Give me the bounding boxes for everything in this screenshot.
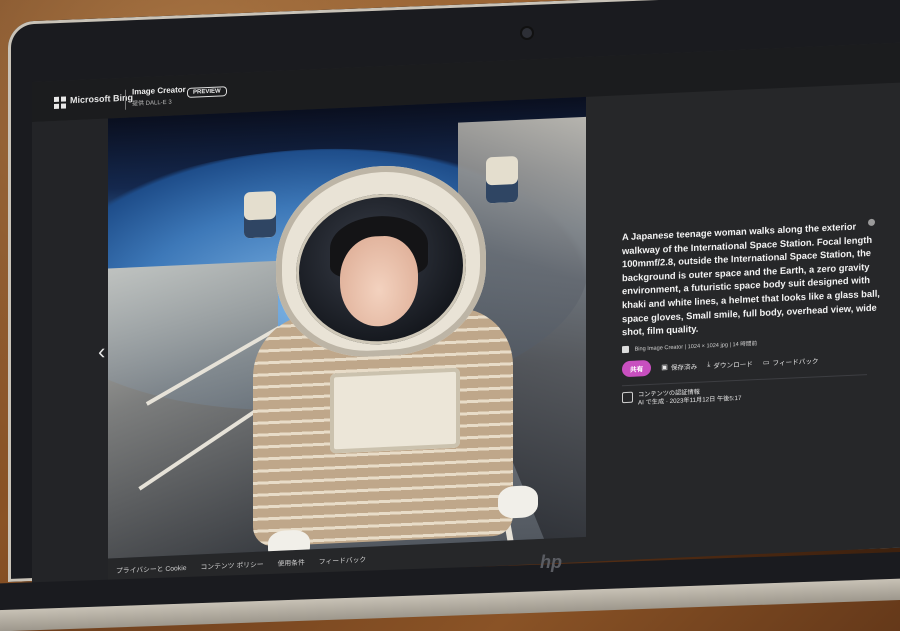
meta-size: 1024 × 1024 jpg: [688, 342, 728, 350]
bing-icon: [622, 346, 629, 353]
webcam: [522, 28, 532, 38]
save-label: 保存済み: [671, 361, 697, 372]
action-bar: 共有 ▣ 保存済み ⤓ ダウンロード ▭ フィードバック: [622, 349, 890, 377]
helmet-lamp-left: [244, 191, 276, 238]
chest-control-pack: [330, 368, 460, 454]
footer-link-terms[interactable]: 使用条件: [278, 557, 305, 568]
credentials-icon: [622, 391, 633, 402]
download-button[interactable]: ⤓ ダウンロード: [707, 358, 753, 370]
meta-time: 14 時間前: [733, 341, 758, 348]
footer-link-content-policy[interactable]: コンテンツ ポリシー: [201, 558, 264, 571]
app-title[interactable]: Image Creator: [132, 85, 186, 96]
content-credentials[interactable]: コンテンツの認証情報 AI で生成 · 2023年11月12日 午後5:17: [622, 380, 890, 409]
hp-logo: hp: [540, 552, 562, 573]
bookmark-icon: ▣: [661, 363, 668, 371]
brand-name[interactable]: Microsoft Bing: [70, 92, 133, 105]
share-button[interactable]: 共有: [622, 360, 651, 377]
chevron-left-icon[interactable]: ‹: [98, 341, 105, 363]
download-label: ダウンロード: [713, 358, 753, 370]
laptop-screen: Microsoft Bing Image Creator 提供 DALL-E 3…: [32, 43, 900, 587]
download-icon: ⤓: [707, 361, 710, 369]
details-panel: A Japanese teenage woman walks along the…: [622, 218, 890, 409]
generated-image[interactable]: b: [108, 97, 586, 559]
feedback-button[interactable]: ▭ フィードバック: [763, 355, 819, 368]
microsoft-logo-icon: [54, 96, 66, 109]
feedback-label: フィードバック: [772, 355, 818, 367]
meta-source: Bing Image Creator: [635, 344, 684, 352]
footer-link-privacy[interactable]: プライバシーと Cookie: [116, 562, 187, 575]
glove-left: [268, 529, 310, 558]
glove-right: [498, 485, 538, 519]
prompt-text: A Japanese teenage woman walks along the…: [622, 218, 890, 339]
preview-badge: PREVIEW: [187, 86, 227, 98]
credentials-text-block: コンテンツの認証情報 AI で生成 · 2023年11月12日 午後5:17: [638, 387, 741, 409]
helmet-lamp-right: [486, 156, 518, 203]
save-button[interactable]: ▣ 保存済み: [661, 361, 697, 373]
header-divider: [125, 90, 126, 110]
comment-icon: ▭: [763, 358, 770, 366]
app-subtitle: 提供 DALL-E 3: [132, 97, 172, 108]
left-gutter: [32, 119, 108, 587]
footer-link-feedback[interactable]: フィードバック: [319, 554, 366, 566]
